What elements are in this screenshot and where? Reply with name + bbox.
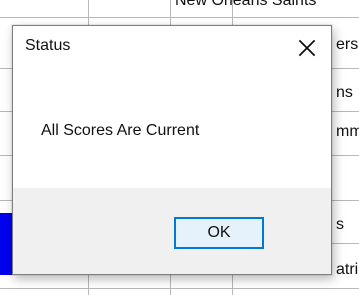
status-message: All Scores Are Current [41, 122, 200, 139]
background-fragment: s [336, 216, 344, 233]
ok-button[interactable]: OK [174, 217, 264, 249]
dialog-footer: OK [13, 188, 331, 274]
close-icon [297, 38, 317, 58]
dialog-body: All Scores Are Current [13, 70, 331, 188]
dialog-title: Status [25, 37, 71, 54]
background-fragment: ers [336, 36, 359, 53]
background-fragment: mma [336, 123, 359, 140]
dialog-titlebar: Status [13, 26, 331, 70]
background-fragment: atric [336, 261, 359, 278]
grid-line [0, 17, 359, 18]
close-button[interactable] [283, 26, 331, 70]
grid-line [0, 288, 359, 289]
screen: New Orleans Saints ers ns mma s atric St… [0, 0, 359, 295]
status-dialog: Status All Scores Are Current OK [12, 25, 332, 275]
background-fragment: ns [336, 84, 353, 101]
background-team-name: New Orleans Saints [175, 0, 317, 9]
